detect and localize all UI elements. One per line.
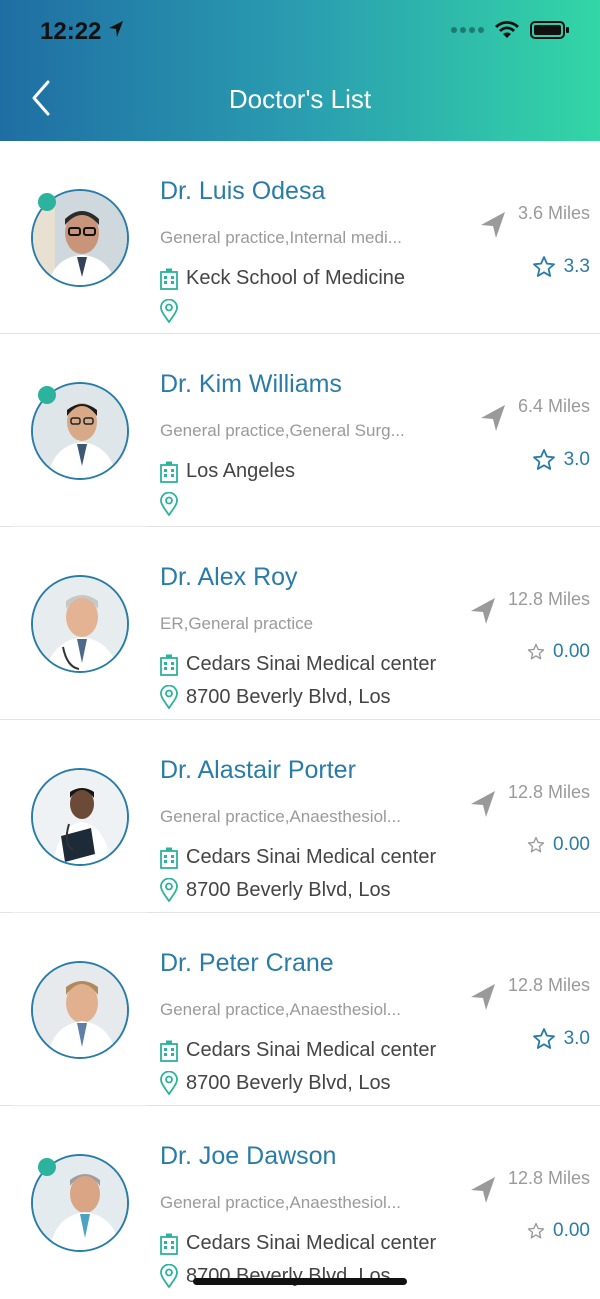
doctor-distance: 12.8 Miles <box>507 782 590 802</box>
hospital-name: Cedars Sinai Medical center <box>186 653 437 675</box>
hospital-icon <box>160 654 178 676</box>
doctor-row-kim-williams[interactable]: Dr. Kim Williams General practice,Genera… <box>0 334 600 527</box>
status-time: 12:22 <box>40 18 102 45</box>
rating-value: 0.00 <box>553 641 590 662</box>
doctor-address: 8700 Beverly Blvd, Los <box>160 1071 391 1095</box>
online-status-dot <box>38 386 56 404</box>
doctor-row-peter-crane[interactable]: Dr. Peter Crane General practice,Anaesth… <box>0 913 600 1106</box>
address-text: 8700 Beverly Blvd, Los <box>186 878 391 901</box>
doctor-row-alex-roy[interactable]: Dr. Alex Roy ER,General practice Cedars … <box>0 527 600 720</box>
hospital-name: Cedars Sinai Medical center <box>186 1232 437 1254</box>
doctor-distance: 6.4 Miles <box>517 396 590 416</box>
hospital-name: Keck School of Medicine <box>186 267 406 289</box>
star-icon <box>527 1222 545 1239</box>
doctor-rating: 0.00 <box>527 834 590 856</box>
doctor-name[interactable]: Dr. Alex Roy <box>160 563 298 592</box>
doctor-address: 8700 Beverly Blvd, Los <box>160 685 391 709</box>
doctor-hospital: Cedars Sinai Medical center <box>160 1039 436 1062</box>
navigation-arrow-icon <box>481 405 505 431</box>
rating-value: 3.3 <box>563 256 590 277</box>
address-text: 8700 Beverly Blvd, Los <box>186 1071 391 1094</box>
wifi-icon <box>495 21 519 38</box>
doctor-name[interactable]: Dr. Alastair Porter <box>160 756 356 785</box>
doctor-hospital: Keck School of Medicine <box>160 267 405 290</box>
doctor-avatar <box>31 961 129 1059</box>
doctor-rating: 3.0 <box>532 1027 590 1051</box>
doctor-name[interactable]: Dr. Peter Crane <box>160 949 334 978</box>
navigation-arrow-icon <box>471 984 495 1010</box>
doctor-row-joe-dawson[interactable]: Dr. Joe Dawson General practice,Anaesthe… <box>0 1106 600 1299</box>
doctor-rating: 3.0 <box>532 448 590 472</box>
doctor-rating: 0.00 <box>527 641 590 663</box>
navigation-arrow-icon <box>471 791 495 817</box>
hospital-icon <box>160 1233 178 1255</box>
doctor-address <box>160 299 186 323</box>
hospital-name: Cedars Sinai Medical center <box>186 846 437 868</box>
online-status-dot <box>38 193 56 211</box>
online-status-dot <box>38 1158 56 1176</box>
doctor-specialty: General practice,Internal medi... <box>160 228 402 247</box>
doctor-address: 8700 Beverly Blvd, Los <box>160 878 391 902</box>
star-icon <box>532 1028 555 1049</box>
signal-icon <box>451 27 484 33</box>
doctor-avatar <box>31 768 129 866</box>
doctor-name[interactable]: Dr. Kim Williams <box>160 370 342 399</box>
page-title: Doctor's List <box>228 84 372 114</box>
location-pin-icon <box>160 1264 178 1288</box>
hospital-name: Los Angeles <box>186 460 295 482</box>
hospital-icon <box>160 1040 178 1062</box>
navigation-arrow-icon <box>471 1177 495 1203</box>
navigation-header: 12:22 Doctor's List <box>0 0 600 141</box>
rating-value: 3.0 <box>563 1028 590 1049</box>
doctor-specialty: General practice,Anaesthesiol... <box>160 1000 401 1019</box>
location-arrow-icon <box>109 21 123 37</box>
location-pin-icon <box>160 685 178 709</box>
doctor-hospital: Cedars Sinai Medical center <box>160 846 436 869</box>
doctor-rating: 0.00 <box>527 1220 590 1242</box>
doctor-specialty: General practice,Anaesthesiol... <box>160 807 401 826</box>
doctor-hospital: Cedars Sinai Medical center <box>160 1232 436 1255</box>
doctor-row-luis-odesa[interactable]: Dr. Luis Odesa General practice,Internal… <box>0 141 600 334</box>
doctor-hospital: Cedars Sinai Medical center <box>160 653 436 676</box>
location-pin-icon <box>160 492 178 516</box>
star-icon <box>532 449 555 470</box>
hospital-icon <box>160 268 178 290</box>
hospital-icon <box>160 847 178 869</box>
doctor-name[interactable]: Dr. Joe Dawson <box>160 1142 336 1171</box>
doctor-distance: 12.8 Miles <box>507 1168 590 1188</box>
doctor-rating: 3.3 <box>532 255 590 279</box>
status-indicators <box>451 20 570 40</box>
doctor-hospital: Los Angeles <box>160 460 295 483</box>
rating-value: 0.00 <box>553 834 590 855</box>
address-text: 8700 Beverly Blvd, Los <box>186 685 391 708</box>
doctor-list: Dr. Luis Odesa General practice,Internal… <box>0 141 600 1299</box>
rating-value: 3.0 <box>563 449 590 470</box>
doctor-specialty: General practice,General Surg... <box>160 421 405 440</box>
rating-value: 0.00 <box>553 1220 590 1241</box>
location-pin-icon <box>160 299 178 323</box>
star-icon <box>532 256 555 277</box>
navigation-arrow-icon <box>481 212 505 238</box>
doctor-specialty: ER,General practice <box>160 614 314 633</box>
star-icon <box>527 643 545 660</box>
location-pin-icon <box>160 878 178 902</box>
navigation-arrow-icon <box>471 598 495 624</box>
hospital-icon <box>160 461 178 483</box>
doctor-specialty: General practice,Anaesthesiol... <box>160 1193 401 1212</box>
home-indicator[interactable] <box>193 1278 407 1285</box>
location-pin-icon <box>160 1071 178 1095</box>
doctor-address <box>160 492 186 516</box>
star-icon <box>527 836 545 853</box>
hospital-name: Cedars Sinai Medical center <box>186 1039 437 1061</box>
doctor-row-alastair-porter[interactable]: Dr. Alastair Porter General practice,Ana… <box>0 720 600 913</box>
doctor-distance: 3.6 Miles <box>517 203 590 223</box>
doctor-distance: 12.8 Miles <box>507 589 590 609</box>
doctor-name[interactable]: Dr. Luis Odesa <box>160 177 325 206</box>
battery-icon <box>530 21 569 39</box>
doctor-avatar <box>31 575 129 673</box>
doctor-distance: 12.8 Miles <box>507 975 590 995</box>
